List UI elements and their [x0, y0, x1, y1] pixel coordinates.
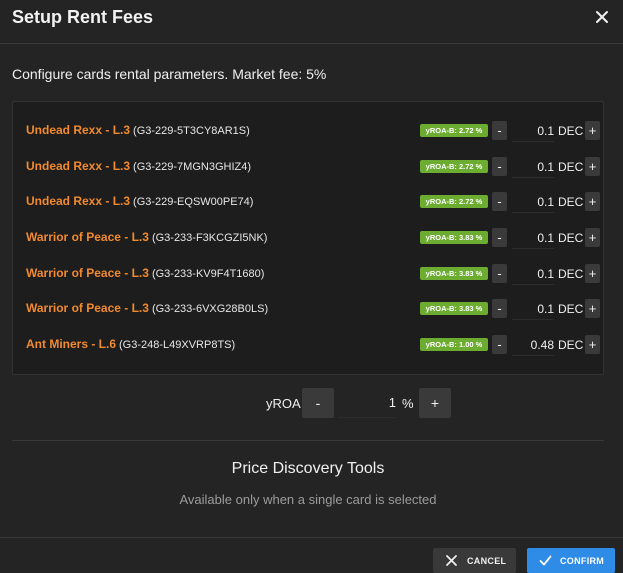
decrement-button[interactable]: - [492, 264, 507, 283]
yroa-increment-button[interactable]: + [419, 388, 451, 418]
yroa-label: yROA [266, 396, 301, 411]
yroa-badge: yROA-B: 1.00 % [420, 338, 488, 351]
currency-unit: DEC [558, 267, 584, 281]
card-row: Warrior of Peace - L.3 (G3-233-F3KCGZI5NK… [26, 227, 600, 249]
card-row: Undead Rexx - L.3 (G3-229-5T3CY8AR1S) yROA… [26, 120, 600, 142]
card-title: Warrior of Peace - L.3 [26, 266, 149, 280]
yroa-badge: yROA-B: 3.83 % [420, 231, 488, 244]
currency-unit: DEC [558, 338, 584, 352]
increment-button[interactable]: + [585, 192, 600, 211]
price-input[interactable]: 0.1 [512, 156, 554, 178]
card-id: (G3-229-5T3CY8AR1S) [133, 125, 250, 137]
card-row: Ant Miners - L.6 (G3-248-L49XVRP8TS) yROA-… [26, 334, 600, 356]
decrement-button[interactable]: - [492, 121, 507, 140]
card-name: Warrior of Peace - L.3 (G3-233-6VXG28B0LS… [26, 301, 268, 315]
card-name: Undead Rexx - L.3 (G3-229-7MGN3GHIZ4) [26, 159, 251, 173]
price-discovery-subtitle: Available only when a single card is sel… [179, 492, 437, 507]
card-name: Warrior of Peace - L.3 (G3-233-F3KCGZI5NK… [26, 230, 267, 244]
price-discovery-title: Price Discovery Tools [231, 460, 385, 477]
intro-text: Configure cards rental parameters. Marke… [12, 66, 327, 82]
dialog-title: Setup Rent Fees [12, 7, 154, 27]
card-row: Warrior of Peace - L.3 (G3-233-KV9F4T1680… [26, 263, 600, 285]
check-icon [539, 555, 552, 566]
cancel-button[interactable]: CANCEL [433, 548, 516, 573]
card-id: (G3-248-L49XVRP8TS) [119, 339, 236, 351]
increment-button[interactable]: + [585, 264, 600, 283]
card-title: Undead Rexx - L.3 [26, 123, 131, 137]
yroa-input[interactable]: 1 [338, 388, 396, 418]
increment-button[interactable]: + [585, 228, 600, 247]
currency-unit: DEC [558, 231, 584, 245]
card-row: Warrior of Peace - L.3 (G3-233-6VXG28B0LS… [26, 298, 600, 320]
card-name: Undead Rexx - L.3 (G3-229-5T3CY8AR1S) [26, 123, 250, 137]
decrement-button[interactable]: - [492, 228, 507, 247]
card-id: (G3-229-7MGN3GHIZ4) [133, 161, 252, 173]
card-id: (G3-233-F3KCGZI5NK) [151, 232, 268, 244]
increment-button[interactable]: + [585, 157, 600, 176]
yroa-badge: yROA-B: 2.72 % [420, 160, 488, 173]
card-title: Warrior of Peace - L.3 [26, 301, 149, 315]
currency-unit: DEC [558, 160, 584, 174]
currency-unit: DEC [558, 302, 584, 316]
price-input[interactable]: 0.1 [512, 298, 554, 320]
close-icon [596, 11, 608, 23]
yroa-badge: yROA-B: 2.72 % [420, 124, 488, 137]
dialog-header: Setup Rent Fees [0, 0, 623, 44]
yroa-badge: yROA-B: 3.83 % [420, 302, 488, 315]
card-name: Undead Rexx - L.3 (G3-229-EQSW00PE74) [26, 194, 253, 208]
section-divider [12, 440, 604, 441]
currency-unit: DEC [558, 195, 584, 209]
decrement-button[interactable]: - [492, 299, 507, 318]
card-id: (G3-233-6VXG28B0LS) [151, 303, 269, 315]
card-title: Undead Rexx - L.3 [26, 159, 131, 173]
confirm-button[interactable]: CONFIRM [527, 548, 615, 573]
confirm-label: CONFIRM [560, 556, 605, 566]
increment-button[interactable]: + [585, 335, 600, 354]
close-button[interactable] [593, 8, 611, 26]
card-row: Undead Rexx - L.3 (G3-229-EQSW00PE74) yROA… [26, 191, 600, 213]
price-input[interactable]: 0.48 [512, 334, 554, 356]
cancel-label: CANCEL [467, 556, 507, 566]
yroa-badge: yROA-B: 2.72 % [420, 195, 488, 208]
price-input[interactable]: 0.1 [512, 191, 554, 213]
yroa-decrement-button[interactable]: - [302, 388, 334, 418]
price-input[interactable]: 0.1 [512, 263, 554, 285]
yroa-unit: % [402, 396, 414, 411]
card-id: (G3-229-EQSW00PE74) [133, 196, 254, 208]
card-title: Undead Rexx - L.3 [26, 194, 131, 208]
price-input[interactable]: 0.1 [512, 227, 554, 249]
increment-button[interactable]: + [585, 299, 600, 318]
card-name: Warrior of Peace - L.3 (G3-233-KV9F4T1680… [26, 266, 264, 280]
decrement-button[interactable]: - [492, 157, 507, 176]
currency-unit: DEC [558, 124, 584, 138]
x-icon [446, 555, 457, 566]
card-title: Warrior of Peace - L.3 [26, 230, 149, 244]
card-row: Undead Rexx - L.3 (G3-229-7MGN3GHIZ4) yROA… [26, 156, 600, 178]
decrement-button[interactable]: - [492, 335, 507, 354]
decrement-button[interactable]: - [492, 192, 507, 211]
yroa-badge: yROA-B: 3.83 % [420, 267, 488, 280]
card-title: Ant Miners - L.6 [26, 337, 117, 351]
increment-button[interactable]: + [585, 121, 600, 140]
card-name: Ant Miners - L.6 (G3-248-L49XVRP8TS) [26, 337, 235, 351]
price-input[interactable]: 0.1 [512, 120, 554, 142]
card-id: (G3-233-KV9F4T1680) [151, 268, 265, 280]
footer-divider [0, 537, 623, 538]
card-list: Undead Rexx - L.3 (G3-229-5T3CY8AR1S) yROA… [12, 101, 604, 375]
